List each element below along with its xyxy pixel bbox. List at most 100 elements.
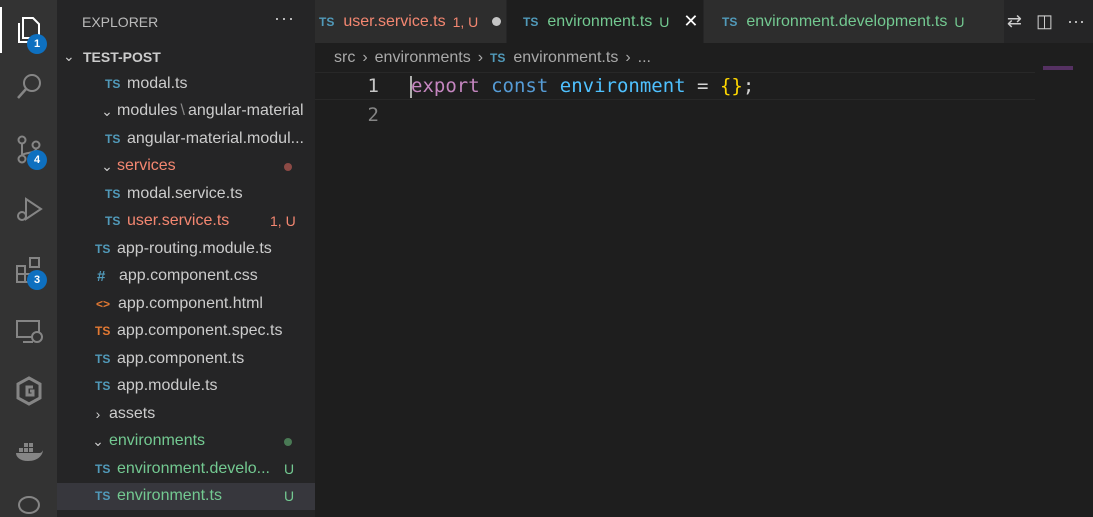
workspace-title: TEST-POST	[83, 48, 161, 65]
line-number: 2	[367, 104, 379, 126]
tab-user-service[interactable]: TS user.service.ts 1, U	[315, 0, 507, 43]
code-line[interactable]: 2	[315, 101, 1035, 129]
source-control-badge: 4	[27, 150, 47, 170]
tab-environment-development[interactable]: TS environment.development.ts U	[704, 0, 1005, 43]
file-status: U	[284, 488, 295, 505]
tree-item-file[interactable]: TS modal.service.ts	[57, 180, 315, 208]
breadcrumb-item[interactable]: environments	[375, 49, 471, 67]
tree-item-file[interactable]: TS app.module.ts	[57, 373, 315, 401]
tab-label: environment.ts	[547, 12, 653, 30]
tree-item-folder[interactable]: ⌄ environments	[57, 428, 315, 456]
gitlens-icon	[16, 376, 41, 406]
more-actions-icon[interactable]: ···	[1067, 11, 1085, 32]
source-control-button[interactable]: 4	[0, 124, 57, 174]
typescript-file-icon: TS	[95, 379, 111, 394]
extensions-button[interactable]: 3	[0, 245, 57, 295]
tab-status: U	[659, 13, 670, 30]
tree-item-file-selected[interactable]: TS environment.ts U	[57, 482, 315, 510]
explorer-button[interactable]: 1	[0, 5, 57, 55]
typescript-file-icon: TS	[105, 131, 121, 146]
tree-item-file[interactable]: TS app.component.ts	[57, 345, 315, 373]
docker-button[interactable]	[0, 426, 57, 476]
tree-item-label: app.component.spec.ts	[117, 322, 283, 340]
tree-item-folder[interactable]: ⌄ services	[57, 153, 315, 181]
compare-changes-icon[interactable]: ⇄	[1007, 11, 1022, 32]
database-button[interactable]	[0, 482, 57, 517]
breadcrumb-item[interactable]: src	[334, 49, 355, 67]
chevron-down-icon: ⌄	[101, 157, 113, 174]
minimap[interactable]	[1043, 66, 1073, 70]
typescript-file-icon: TS	[95, 241, 111, 256]
tree-item-folder[interactable]: ⌄ modules \ angular-material	[57, 98, 315, 126]
remote-explorer-icon	[15, 320, 43, 343]
more-actions-icon[interactable]: ···	[274, 8, 295, 29]
modified-dot-icon	[284, 162, 292, 171]
tree-item-file[interactable]: TS app.component.spec.ts	[57, 318, 315, 346]
breadcrumb: src › environments › TS environment.ts ›…	[334, 46, 651, 70]
tree-item-label: services	[117, 157, 176, 175]
run-debug-icon	[16, 197, 43, 221]
search-button[interactable]	[0, 62, 57, 112]
tree-item-label: user.service.ts	[127, 212, 230, 230]
typescript-file-icon: TS	[523, 14, 539, 29]
breadcrumb-item[interactable]: environment.ts	[513, 49, 618, 67]
remote-explorer-button[interactable]	[0, 306, 57, 356]
extensions-badge: 3	[27, 270, 47, 290]
breadcrumb-item[interactable]: ...	[638, 49, 651, 67]
tree-item-file[interactable]: TS environment.develo... U	[57, 455, 315, 483]
typescript-file-icon: TS	[105, 76, 121, 91]
tab-status: U	[954, 13, 965, 30]
chevron-right-icon: ›	[362, 49, 368, 66]
activity-bar: 1 4 3	[0, 0, 57, 517]
explorer-badge: 1	[27, 34, 47, 54]
line-number: 1	[367, 75, 379, 97]
chevron-right-icon: ›	[625, 49, 631, 66]
tree-item-file[interactable]: TS angular-material.modul...	[57, 125, 315, 153]
chevron-right-icon: ›	[477, 49, 484, 66]
tree-item-label: environment.ts	[117, 487, 222, 505]
file-status: 1, U	[270, 213, 296, 230]
tree-item-file[interactable]: <> app.component.html	[57, 290, 315, 318]
chevron-down-icon: ⌄	[63, 48, 75, 64]
split-editor-icon[interactable]: ◫	[1036, 11, 1053, 32]
typescript-file-icon: TS	[105, 214, 121, 229]
typescript-file-icon: TS	[105, 186, 121, 201]
html-file-icon: <>	[96, 296, 111, 311]
unsaved-dot-icon[interactable]	[492, 17, 502, 26]
tab-environment[interactable]: TS environment.ts U ✕	[507, 0, 704, 43]
tree-item-label: modal.service.ts	[127, 184, 243, 202]
tree-item-folder[interactable]: › assets	[57, 400, 315, 428]
tree-item-label: modal.ts	[127, 74, 188, 92]
typescript-file-icon: TS	[722, 14, 738, 29]
tree-item-label: app-routing.module.ts	[117, 239, 272, 257]
tree-item-label: app.component.ts	[117, 349, 245, 367]
typescript-file-icon: TS	[95, 351, 111, 366]
folder-separator: \	[180, 102, 185, 120]
search-icon	[16, 74, 41, 99]
close-icon[interactable]: ✕	[683, 11, 698, 32]
workspace-section[interactable]: ⌄ TEST-POST	[57, 43, 315, 70]
tree-item-file[interactable]: # app.component.css	[57, 263, 315, 291]
code-editor[interactable]: 1 export const environment = {}; 2	[315, 66, 1093, 517]
typescript-file-icon: TS	[95, 489, 111, 504]
tree-item-file[interactable]: TS user.service.ts 1, U	[57, 208, 315, 236]
tree-item-label: angular-material	[187, 102, 304, 120]
explorer-title: EXPLORER	[82, 13, 159, 30]
gitlens-button[interactable]	[0, 366, 57, 416]
chevron-down-icon: ⌄	[101, 102, 113, 119]
editor-tabs: TS user.service.ts 1, U TS environment.t…	[315, 0, 1093, 43]
explorer-sidebar: EXPLORER ··· ⌄ TEST-POST TS modal.ts ⌄ m…	[57, 0, 315, 517]
tree-item-label: modules	[117, 102, 178, 120]
code-line[interactable]: 1 export const environment = {};	[315, 72, 1035, 100]
tree-item-file[interactable]: TS modal.ts	[57, 70, 315, 98]
tree-item-file[interactable]: TS app-routing.module.ts	[57, 235, 315, 263]
run-debug-button[interactable]	[0, 184, 57, 234]
file-status: U	[284, 460, 295, 477]
chevron-right-icon: ›	[95, 405, 101, 422]
tree-item-label: app.module.ts	[117, 377, 218, 395]
explorer-header: EXPLORER ···	[57, 0, 315, 43]
typescript-file-icon: TS	[319, 14, 335, 29]
tree-item-label: assets	[109, 404, 156, 422]
editor-actions: ⇄ ◫ ···	[1007, 0, 1093, 43]
css-file-icon: #	[97, 267, 106, 285]
